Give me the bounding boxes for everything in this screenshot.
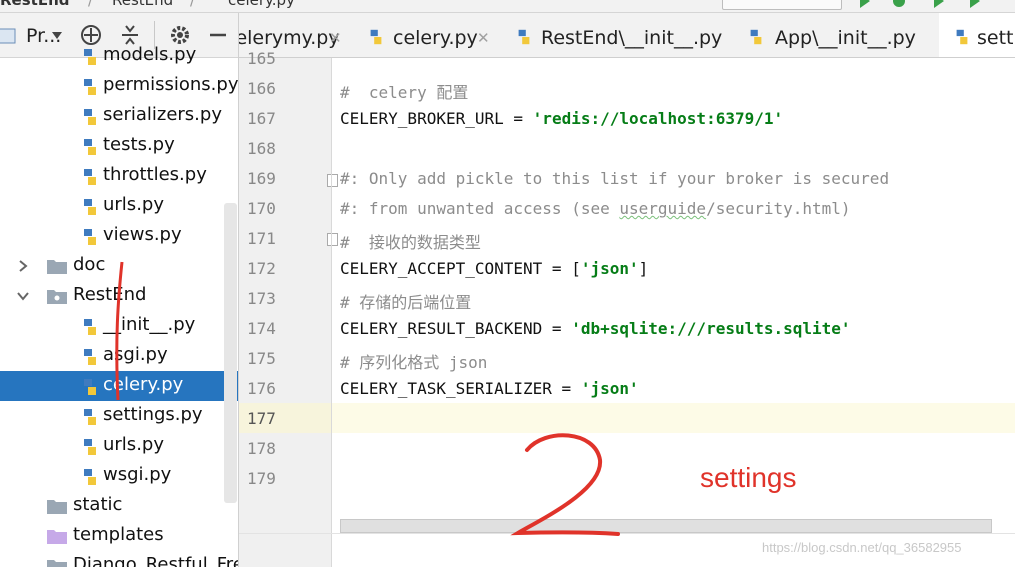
comment-part: #: from unwanted access (see xyxy=(340,199,620,218)
coverage-icon[interactable] xyxy=(932,0,946,8)
tree-item-label: Django_Restful_Fre xyxy=(73,554,239,567)
close-icon[interactable]: ✕ xyxy=(329,29,342,47)
comment-part: /security.html) xyxy=(706,199,851,218)
fold-marker[interactable] xyxy=(327,233,338,246)
debug-icon[interactable] xyxy=(892,0,906,8)
code-line: 173 # 存储的后端位置 xyxy=(0,289,1015,319)
code-statement: CELERY_BROKER_URL = 'redis://localhost:6… xyxy=(340,109,783,128)
code-comment: # 序列化格式 json xyxy=(340,353,488,372)
line-number: 177 xyxy=(247,409,276,428)
fold-marker[interactable] xyxy=(327,174,338,187)
code-statement: CELERY_TASK_SERIALIZER = 'json' xyxy=(340,379,639,398)
folder-icon xyxy=(47,560,67,567)
chevron-down-icon[interactable] xyxy=(52,32,62,40)
string-literal: 'json' xyxy=(580,259,639,278)
operator: = xyxy=(542,319,572,338)
python-file-icon xyxy=(518,29,530,45)
code-line: 165 xyxy=(0,49,1015,79)
run-icon[interactable] xyxy=(858,0,872,8)
code-line-current: 177 xyxy=(0,409,1015,439)
code-line: 179 xyxy=(0,469,1015,499)
annotation-label: settings xyxy=(700,462,797,493)
folder-icon xyxy=(47,500,67,514)
code-statement: CELERY_RESULT_BACKEND = 'db+sqlite:///re… xyxy=(340,319,851,338)
watermark: https://blog.csdn.net/qq_36582955 xyxy=(762,540,962,555)
tree-item-label: templates xyxy=(73,524,164,545)
tree-item-folder[interactable]: Django_Restful_Fre xyxy=(0,551,238,567)
code-line: 172 CELERY_ACCEPT_CONTENT = ['json'] xyxy=(0,259,1015,289)
line-number: 165 xyxy=(247,49,276,68)
operator: = xyxy=(503,109,533,128)
breadcrumb-project[interactable]: RestEnd xyxy=(0,0,70,9)
line-number: 174 xyxy=(247,319,276,338)
code-comment: #: from unwanted access (see userguide/s… xyxy=(340,199,851,218)
tab-label: celerymy.py xyxy=(239,27,340,49)
code-line: 168 xyxy=(0,139,1015,169)
operator: = [ xyxy=(542,259,581,278)
line-number: 176 xyxy=(247,379,276,398)
setting-name: CELERY_RESULT_BACKEND xyxy=(340,319,543,338)
line-number: 169 xyxy=(247,169,276,188)
tab-label: App\__init__.py xyxy=(775,27,916,49)
navigation-bar: RestEnd / RestEnd / celery.py tasks xyxy=(0,0,1015,13)
tab-label: settings.py xyxy=(977,27,1015,49)
editor-bottom-divider xyxy=(239,533,1015,534)
python-file-icon xyxy=(370,29,382,45)
code-line: 174 CELERY_RESULT_BACKEND = 'db+sqlite:/… xyxy=(0,319,1015,349)
line-number: 170 xyxy=(247,199,276,218)
line-number: 166 xyxy=(247,79,276,98)
line-number: 172 xyxy=(247,259,276,278)
horizontal-scrollbar[interactable] xyxy=(340,519,992,533)
breadcrumb-separator: / xyxy=(190,0,196,9)
close-icon[interactable]: ✕ xyxy=(477,29,490,47)
code-statement: CELERY_ACCEPT_CONTENT = ['json'] xyxy=(340,259,648,278)
profile-icon[interactable] xyxy=(968,0,982,8)
line-number: 168 xyxy=(247,139,276,158)
code-line: 166 # celery 配置 xyxy=(0,79,1015,109)
templates-folder-icon xyxy=(47,530,67,544)
tab-label: RestEnd\__init__.py xyxy=(541,27,723,49)
code-line: 175 # 序列化格式 json xyxy=(0,349,1015,379)
line-number: 167 xyxy=(247,109,276,128)
code-line: 176 CELERY_TASK_SERIALIZER = 'json' xyxy=(0,379,1015,409)
breadcrumb-folder[interactable]: RestEnd xyxy=(112,0,173,9)
python-file-icon xyxy=(750,29,762,45)
python-file-icon xyxy=(956,29,968,45)
code-line: 167 CELERY_BROKER_URL = 'redis://localho… xyxy=(0,109,1015,139)
tab-label: celery.py xyxy=(393,27,478,49)
setting-name: CELERY_ACCEPT_CONTENT xyxy=(340,259,543,278)
line-number: 175 xyxy=(247,349,276,368)
code-comment: # 接收的数据类型 xyxy=(340,233,481,252)
line-number: 178 xyxy=(247,439,276,458)
string-literal: 'db+sqlite:///results.sqlite' xyxy=(571,319,851,338)
operator: = xyxy=(551,379,581,398)
string-literal: 'json' xyxy=(580,379,639,398)
code-comment: # celery 配置 xyxy=(340,83,469,102)
operator: ] xyxy=(638,259,649,278)
gutter-divider xyxy=(331,58,332,533)
run-config-selector[interactable]: tasks xyxy=(722,0,842,10)
code-line: 169 #: Only add pickle to this list if y… xyxy=(0,169,1015,199)
code-line: 170 #: from unwanted access (see usergui… xyxy=(0,199,1015,229)
code-comment: # 存储的后端位置 xyxy=(340,293,472,312)
code-line: 178 xyxy=(0,439,1015,469)
breadcrumb-separator: / xyxy=(88,0,94,9)
run-config-label: tasks xyxy=(757,0,794,1)
setting-name: CELERY_TASK_SERIALIZER xyxy=(340,379,552,398)
code-comment: #: Only add pickle to this list if your … xyxy=(340,169,890,188)
line-number: 179 xyxy=(247,469,276,488)
tree-item-folder[interactable]: templates xyxy=(0,521,238,551)
breadcrumb-file[interactable]: celery.py xyxy=(228,0,295,9)
line-number: 171 xyxy=(247,229,276,248)
string-literal: 'redis://localhost:6379/1' xyxy=(532,109,784,128)
setting-name: CELERY_BROKER_URL xyxy=(340,109,504,128)
code-line: 171 # 接收的数据类型 xyxy=(0,229,1015,259)
line-number: 173 xyxy=(247,289,276,308)
spellcheck-word: userguide xyxy=(619,199,707,218)
